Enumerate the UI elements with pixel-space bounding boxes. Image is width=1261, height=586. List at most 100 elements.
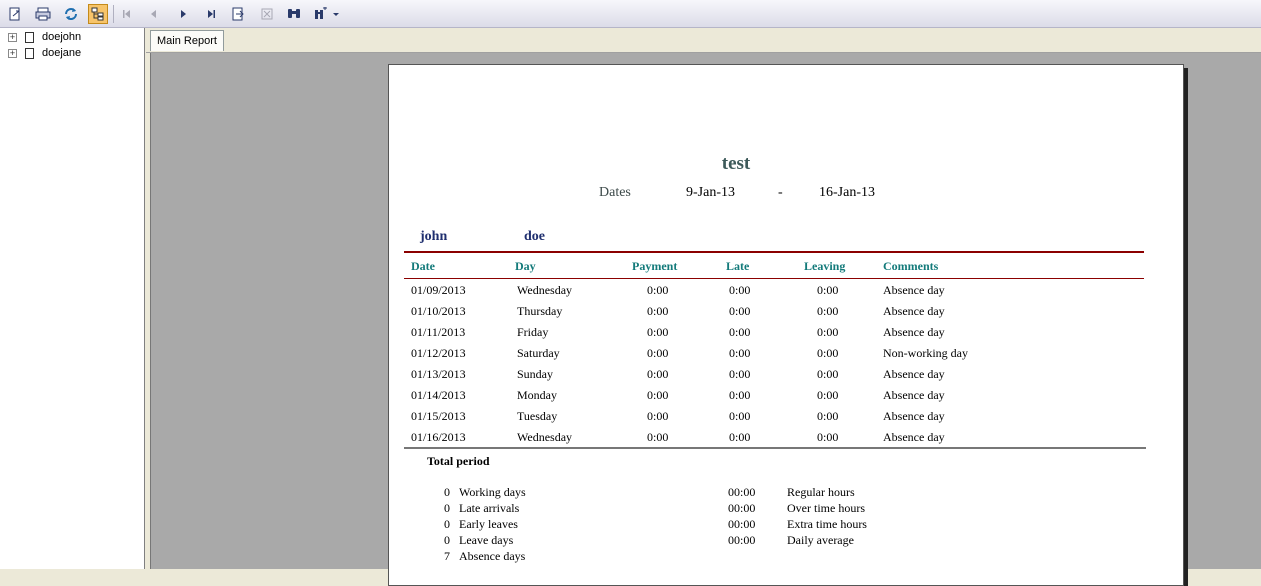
table-row: 01/13/2013 Sunday 0:00 0:00 0:00 Absence day: [389, 367, 1169, 385]
summary-label: Leave days: [459, 533, 514, 547]
summary-count: 0: [444, 517, 450, 531]
summary-count: 0: [444, 533, 450, 547]
summary-count: 7: [444, 549, 450, 563]
last-page-icon[interactable]: [201, 4, 221, 24]
cell-date: 01/14/2013: [411, 388, 466, 402]
cell-payment: 0:00: [647, 409, 669, 423]
toolbar-separator: [113, 5, 114, 23]
goto-page-icon[interactable]: [228, 4, 248, 24]
cell-late: 0:00: [729, 388, 751, 402]
group-tree-icon[interactable]: [88, 4, 108, 24]
cell-late: 0:00: [729, 304, 751, 318]
summary-count: 0: [444, 485, 450, 499]
toolbar: [0, 0, 1261, 28]
header-rule-top: [404, 251, 1144, 253]
group-tree: + doejohn + doejane: [0, 28, 145, 569]
cell-date: 01/15/2013: [411, 409, 466, 423]
employee-first-name: john: [420, 229, 448, 244]
zoom-icon[interactable]: [312, 4, 342, 24]
cell-day: Saturday: [517, 346, 560, 360]
table-row: 01/15/2013 Tuesday 0:00 0:00 0:00 Absence day: [389, 409, 1169, 427]
export-icon[interactable]: [5, 4, 25, 24]
summary-count: 0: [444, 501, 450, 515]
cell-late: 0:00: [729, 325, 751, 339]
cell-leaving: 0:00: [817, 367, 839, 381]
table-row: 01/12/2013 Saturday 0:00 0:00 0:00 Non-workin…: [389, 346, 1169, 364]
cell-date: 01/13/2013: [411, 367, 466, 381]
summary-label: Working days: [459, 485, 526, 499]
table-row: 01/09/2013 Wednesday 0:00 0:00 0:00 Absence d…: [389, 283, 1169, 301]
cell-leaving: 0:00: [817, 409, 839, 423]
tab-bar: Main Report: [146, 28, 1261, 53]
column-header-date: Date: [411, 259, 435, 273]
cell-comment: Absence day: [883, 325, 945, 339]
cell-day: Thursday: [517, 304, 563, 318]
cell-date: 01/11/2013: [411, 325, 466, 339]
cell-day: Wednesday: [517, 283, 573, 297]
tree-item-doejane[interactable]: + doejane: [8, 45, 81, 61]
cell-leaving: 0:00: [817, 325, 839, 339]
cell-leaving: 0:00: [817, 388, 839, 402]
document-icon: [25, 47, 34, 59]
summary-label: Late arrivals: [459, 501, 520, 515]
date-separator: -: [778, 185, 783, 200]
column-header-comments: Comments: [883, 259, 939, 273]
cell-payment: 0:00: [647, 388, 669, 402]
cell-payment: 0:00: [647, 283, 669, 297]
summary-value: 00:00: [728, 501, 756, 515]
cell-date: 01/12/2013: [411, 346, 466, 360]
summary-label: Extra time hours: [787, 517, 867, 531]
cell-late: 0:00: [729, 346, 751, 360]
cell-comment: Absence day: [883, 409, 945, 423]
expand-icon[interactable]: +: [8, 48, 17, 58]
summary-label: Daily average: [787, 533, 854, 547]
cell-comment: Absence day: [883, 283, 945, 297]
cell-payment: 0:00: [647, 304, 669, 318]
column-header-leaving: Leaving: [804, 259, 846, 273]
table-row: 01/16/2013 Wednesday 0:00 0:00 0:00 Absence d…: [389, 430, 1169, 448]
summary-value: 00:00: [728, 485, 756, 499]
expand-icon[interactable]: +: [8, 32, 17, 42]
tree-item-label: doejohn: [42, 31, 82, 43]
cell-late: 0:00: [729, 430, 751, 444]
tree-item-label: doejane: [42, 47, 82, 59]
cell-date: 01/16/2013: [411, 430, 466, 444]
search-icon[interactable]: [284, 4, 304, 24]
tab-main-report[interactable]: Main Report: [150, 30, 224, 51]
first-page-icon[interactable]: [117, 4, 137, 24]
tree-item-doejohn[interactable]: + doejohn: [8, 29, 81, 45]
column-header-payment: Payment: [632, 259, 678, 273]
header-rule-bottom: [404, 278, 1144, 279]
stop-icon[interactable]: [257, 4, 277, 24]
summary-label: Early leaves: [459, 517, 518, 531]
cell-payment: 0:00: [647, 325, 669, 339]
summary-value: 00:00: [728, 533, 756, 547]
cell-leaving: 0:00: [817, 304, 839, 318]
refresh-icon[interactable]: [61, 4, 81, 24]
cell-comment: Absence day: [883, 304, 945, 318]
dates-label: Dates: [599, 185, 631, 200]
previous-page-icon[interactable]: [144, 4, 164, 24]
cell-day: Sunday: [517, 367, 553, 381]
document-icon: [25, 31, 34, 43]
table-row: 01/11/2013 Friday 0:00 0:00 0:00 Absence day: [389, 325, 1169, 343]
employee-last-name: doe: [524, 229, 545, 244]
column-header-late: Late: [726, 259, 750, 273]
cell-day: Tuesday: [517, 409, 558, 423]
cell-late: 0:00: [729, 367, 751, 381]
report-viewer[interactable]: test Dates 9-Jan-13 - 16-Jan-13 john doe…: [150, 53, 1261, 586]
next-page-icon[interactable]: [173, 4, 193, 24]
total-period-title: Total period: [427, 454, 490, 468]
date-to: 16-Jan-13: [819, 185, 875, 200]
cell-day: Monday: [517, 388, 557, 402]
cell-late: 0:00: [729, 409, 751, 423]
cell-late: 0:00: [729, 283, 751, 297]
table-row: 01/10/2013 Thursday 0:00 0:00 0:00 Absence da…: [389, 304, 1169, 322]
summary-value: 00:00: [728, 517, 756, 531]
summary-label: Over time hours: [787, 501, 865, 515]
print-icon[interactable]: [33, 4, 53, 24]
report-title: test: [721, 153, 751, 174]
cell-comment: Absence day: [883, 367, 945, 381]
summary-label: Absence days: [459, 549, 526, 563]
cell-leaving: 0:00: [817, 346, 839, 360]
